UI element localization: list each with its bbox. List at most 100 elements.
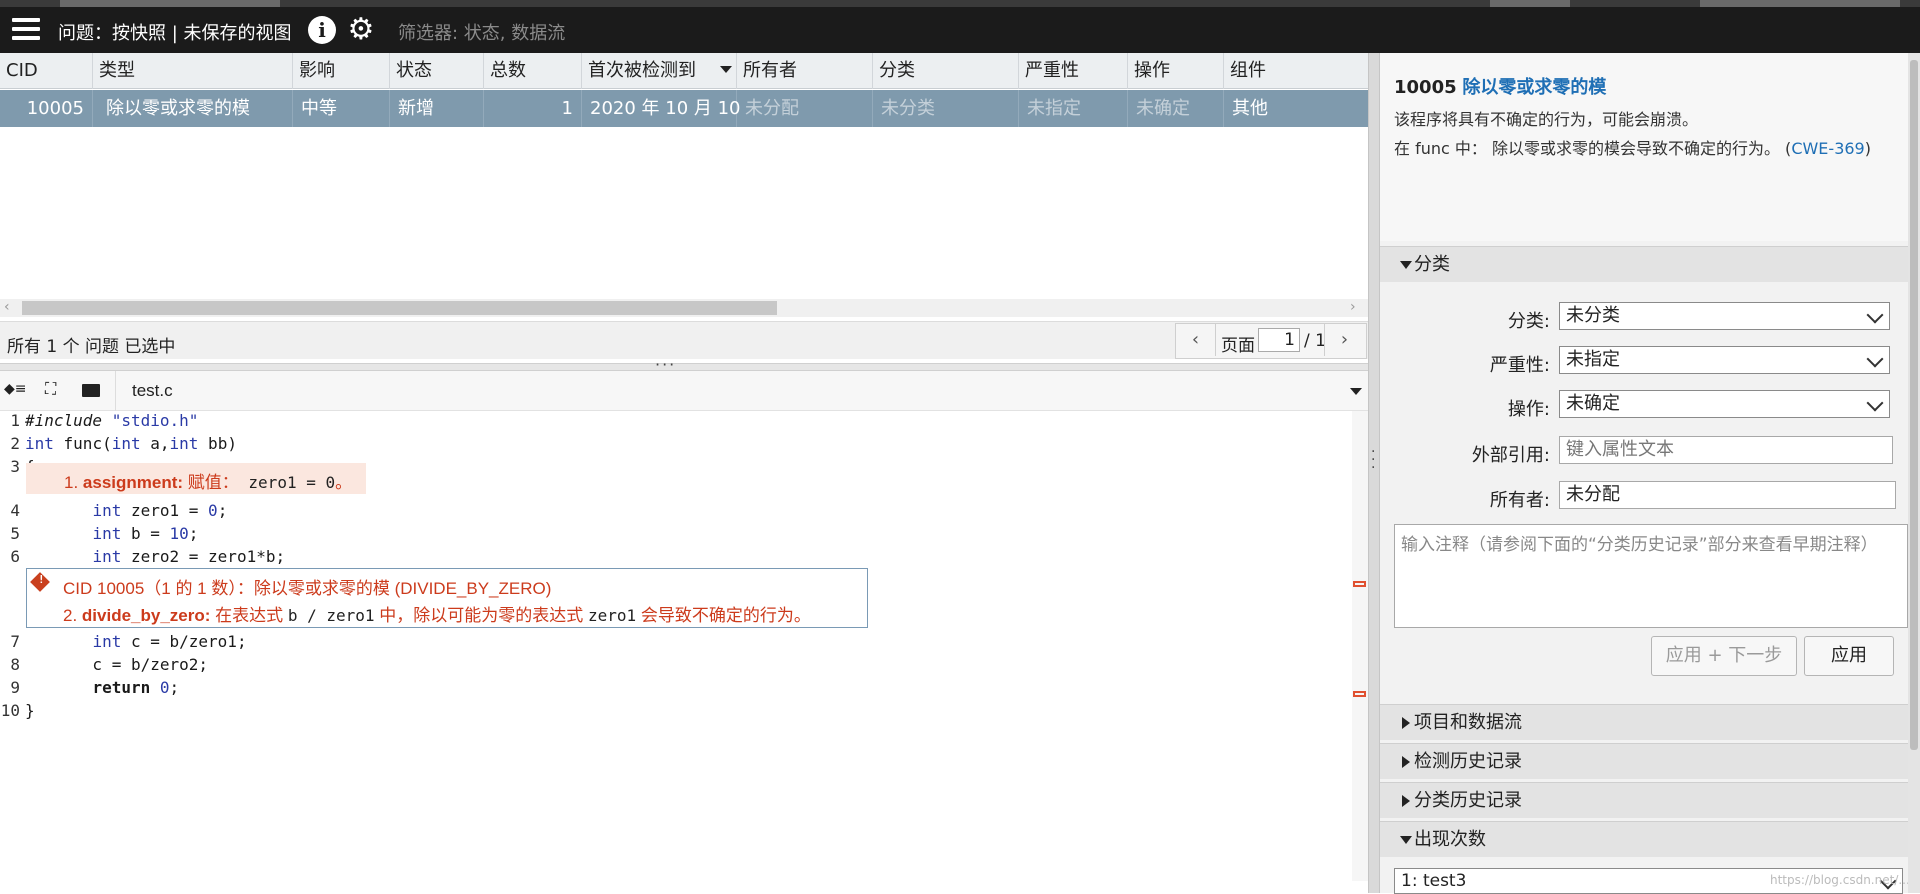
line-number: 7 — [0, 632, 20, 651]
view-toolbar: 问题：按快照 | 未保存的视图 i ⚙ 筛选器: 状态, 数据流 — [0, 7, 1920, 53]
action-label: 操作: — [1380, 395, 1550, 421]
file-tab[interactable]: test.c — [132, 381, 173, 401]
next-page-button[interactable]: › — [1324, 324, 1364, 356]
source-code-view[interactable]: 1#include "stdio.h"2int func(int a,int b… — [0, 411, 1352, 881]
comment-textarea[interactable]: 输入注释（请参阅下面的“分类历史记录”部分来查看早期注释） — [1394, 524, 1908, 628]
section-triage-history[interactable]: 分类历史记录 — [1380, 782, 1908, 818]
code-line: } — [25, 701, 35, 720]
cell-component: 其他 — [1224, 90, 1368, 127]
drag-handle-icon[interactable]: ··· — [1371, 448, 1375, 472]
cell-action: 未确定 — [1128, 90, 1224, 127]
cell-classification: 未分类 — [873, 90, 1019, 127]
view-title[interactable]: 问题：按快照 | 未保存的视图 — [58, 19, 292, 45]
column-header-severity[interactable]: 严重性 — [1019, 53, 1128, 89]
chevron-down-icon — [1867, 351, 1884, 368]
scrollbar-thumb[interactable] — [22, 301, 777, 315]
external-reference-input[interactable]: 键入属性文本 — [1559, 436, 1893, 464]
action-select[interactable]: 未确定 — [1559, 390, 1890, 418]
code-line: return 0; — [25, 678, 179, 697]
column-header-component[interactable]: 组件 — [1224, 53, 1368, 89]
file-dropdown-icon[interactable] — [1350, 388, 1362, 395]
column-header-count[interactable]: 总数 — [484, 53, 582, 89]
section-occurrences[interactable]: 出现次数 — [1380, 821, 1908, 857]
section-detection-history[interactable]: 检测历史记录 — [1380, 743, 1908, 779]
line-number: 9 — [0, 678, 20, 697]
chevron-down-icon — [1867, 395, 1884, 412]
outline-toggle-icon[interactable]: ◆≡ — [4, 381, 27, 397]
scroll-left-icon[interactable]: ‹ — [4, 299, 10, 315]
pager: ‹ 页面 1 / 1 › — [1175, 323, 1367, 359]
column-header-cid[interactable]: CID — [0, 53, 93, 89]
page-label: 页面 — [1221, 331, 1255, 356]
scroll-right-icon[interactable]: › — [1350, 299, 1356, 315]
column-header-first-detected[interactable]: 首次被检测到 — [582, 53, 737, 89]
window-tab[interactable] — [1700, 0, 1900, 7]
issue-location: 在 func 中： 除以零或求零的模会导致不确定的行为。 (CWE-369) — [1394, 135, 1871, 159]
code-line: c = b/zero2; — [25, 655, 208, 674]
pane-divider[interactable]: ··· — [1368, 53, 1380, 893]
scrollbar-thumb[interactable] — [1910, 60, 1918, 750]
watermark: https://blog.csdn.net/... — [1770, 873, 1910, 887]
table-horizontal-scrollbar[interactable]: ‹ › — [0, 299, 1368, 317]
collapsed-triangle-icon — [1402, 795, 1410, 807]
severity-select[interactable]: 未指定 — [1559, 346, 1890, 374]
selection-summary: 所有 1 个 问题 已选中 — [7, 332, 175, 357]
event-tag: divide_by_zero: — [82, 606, 211, 625]
issues-pane: CID 类型 影响 状态 总数 首次被检测到 所有者 分类 严重性 操作 组件 … — [0, 53, 1368, 893]
issue-type-link[interactable]: 除以零或求零的模 — [1462, 77, 1606, 98]
code-vertical-scrollbar[interactable] — [1352, 411, 1368, 881]
line-number: 8 — [0, 655, 20, 674]
previous-page-button[interactable]: ‹ — [1176, 324, 1216, 356]
issue-detail-pane: 10005 除以零或求零的模 该程序将具有不确定的行为，可能会崩溃。 在 fun… — [1380, 53, 1920, 893]
event-marker[interactable] — [1353, 691, 1366, 697]
section-triage-header[interactable]: 分类 — [1380, 246, 1908, 282]
cell-severity: 未指定 — [1019, 90, 1128, 127]
cell-count: 1 — [484, 90, 582, 127]
cell-cid: 10005 — [0, 90, 93, 127]
info-icon[interactable]: i — [308, 16, 336, 44]
folder-icon[interactable] — [82, 384, 100, 397]
cwe-link[interactable]: CWE-369 — [1791, 139, 1864, 158]
window-tab[interactable] — [1490, 0, 1570, 7]
window-tab-strip — [0, 0, 1920, 7]
line-number: 3 — [0, 457, 20, 476]
table-row[interactable]: 10005 除以零或求零的模 中等 新增 1 2020 年 10 月 10 未分… — [0, 90, 1368, 127]
hamburger-menu-icon[interactable] — [12, 18, 42, 42]
apply-button[interactable]: 应用 — [1804, 636, 1894, 676]
page-number-input[interactable]: 1 — [1258, 328, 1300, 352]
window-tab[interactable] — [60, 0, 280, 7]
column-header-type[interactable]: 类型 — [93, 53, 293, 89]
event-divide-by-zero: ! CID 10005（1 的 1 数）：除以零或求零的模 (DIVIDE_BY… — [26, 568, 868, 628]
filter-summary[interactable]: 筛选器: 状态, 数据流 — [398, 19, 565, 45]
code-line: int c = b/zero1; — [25, 632, 247, 651]
column-header-owner[interactable]: 所有者 — [737, 53, 873, 89]
issue-description: 该程序将具有不确定的行为，可能会崩溃。 — [1394, 106, 1698, 130]
sort-descending-icon[interactable] — [720, 66, 732, 73]
line-number: 1 — [0, 411, 20, 430]
line-number: 4 — [0, 501, 20, 520]
pane-splitter[interactable]: ··· — [0, 363, 1368, 371]
column-header-status[interactable]: 状态 — [390, 53, 484, 89]
section-items-dataflow[interactable]: 项目和数据流 — [1380, 704, 1908, 740]
code-line: #include "stdio.h" — [25, 411, 198, 430]
classification-select[interactable]: 未分类 — [1559, 302, 1890, 330]
table-status-bar: 所有 1 个 问题 已选中 ‹ 页面 1 / 1 › — [0, 321, 1368, 359]
gear-icon[interactable]: ⚙ — [346, 15, 376, 45]
event-marker[interactable] — [1353, 581, 1366, 587]
expanded-triangle-icon — [1400, 261, 1412, 269]
expand-icon[interactable]: ⛶ — [45, 379, 56, 399]
code-line: int func(int a,int bb) — [25, 434, 237, 453]
source-toolbar: ◆≡ ⛶ test.c — [0, 371, 1368, 411]
owner-input[interactable]: 未分配 — [1559, 481, 1896, 509]
column-header-impact[interactable]: 影响 — [293, 53, 390, 89]
apply-next-button[interactable]: 应用 + 下一步 — [1651, 636, 1797, 676]
column-header-first-detected-label: 首次被检测到 — [588, 60, 696, 81]
table-header: CID 类型 影响 状态 总数 首次被检测到 所有者 分类 严重性 操作 组件 — [0, 53, 1368, 89]
issue-title: 10005 除以零或求零的模 — [1394, 73, 1606, 99]
defect-header[interactable]: CID 10005（1 的 1 数）：除以零或求零的模 (DIVIDE_BY_Z… — [63, 574, 551, 599]
code-line: int zero1 = 0; — [25, 501, 227, 520]
owner-label: 所有者: — [1380, 486, 1550, 512]
column-header-action[interactable]: 操作 — [1128, 53, 1224, 89]
column-header-classification[interactable]: 分类 — [873, 53, 1019, 89]
issue-cid: 10005 — [1394, 77, 1457, 98]
